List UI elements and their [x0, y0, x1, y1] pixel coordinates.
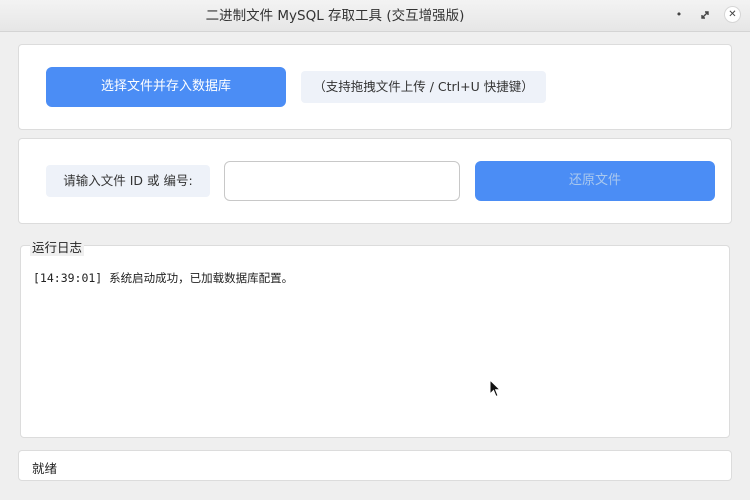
file-id-input[interactable]	[224, 161, 460, 201]
maximize-icon[interactable]	[697, 7, 713, 23]
mouse-cursor-icon	[489, 378, 503, 403]
log-title: 运行日志	[30, 237, 85, 256]
restore-panel: 请输入文件 ID 或 编号: 还原文件	[18, 138, 732, 224]
drag-hint: （支持拖拽文件上传 / Ctrl+U 快捷键）	[301, 71, 546, 103]
close-icon[interactable]: ✕	[724, 6, 741, 23]
upload-panel: 选择文件并存入数据库 （支持拖拽文件上传 / Ctrl+U 快捷键）	[18, 44, 732, 130]
file-id-label: 请输入文件 ID 或 编号:	[46, 165, 210, 197]
title-bar: 二进制文件 MySQL 存取工具 (交互增强版) • ✕	[0, 0, 750, 32]
window-title: 二进制文件 MySQL 存取工具 (交互增强版)	[205, 8, 465, 24]
restore-file-button[interactable]: 还原文件	[475, 161, 715, 201]
minimize-icon[interactable]: •	[671, 7, 687, 23]
log-entry: [14:39:01] 系统启动成功，已加载数据库配置。	[33, 271, 294, 285]
status-text: 就绪	[32, 461, 58, 476]
status-bar	[18, 450, 732, 481]
select-file-button[interactable]: 选择文件并存入数据库	[46, 67, 286, 107]
